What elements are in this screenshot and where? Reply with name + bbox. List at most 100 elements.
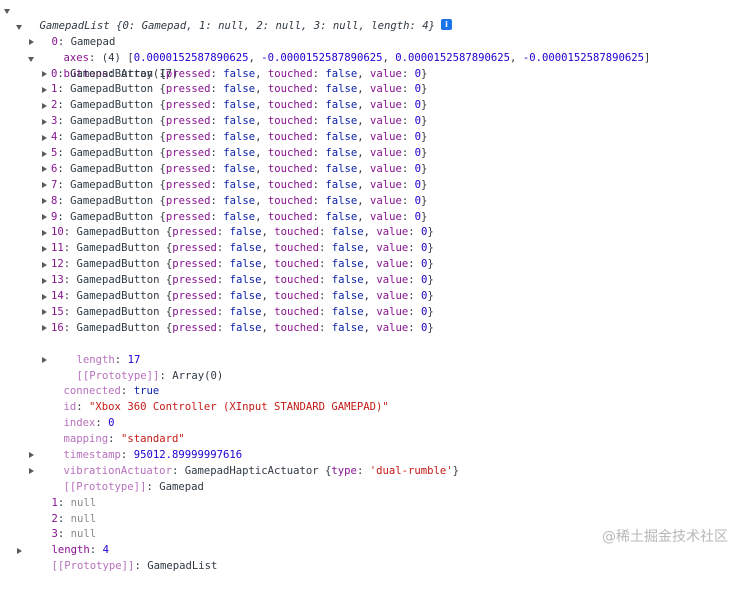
touched-key: touched — [267, 178, 313, 191]
value-key: value — [376, 321, 409, 334]
gamepad-button-row[interactable]: 12: GamepadButton {pressed: false, touch… — [0, 257, 756, 273]
gamepad-button-row[interactable]: 3: GamepadButton {pressed: false, touche… — [0, 114, 756, 130]
buttons-row[interactable]: buttons: Array(17) — [0, 51, 756, 80]
collapse-triangle-icon[interactable] — [42, 134, 47, 141]
collapse-triangle-icon[interactable] — [42, 293, 47, 300]
button-type: GamepadButton — [76, 258, 160, 271]
gamepad-1-row: 1: null — [51, 496, 97, 509]
button-index: 16 — [51, 321, 64, 334]
gamepad-button-row[interactable]: 2: GamepadButton {pressed: false, touche… — [0, 98, 756, 114]
button-index: 14 — [51, 290, 64, 303]
collapse-triangle-icon[interactable] — [42, 150, 47, 157]
button-value: 0 — [421, 242, 428, 255]
expand-triangle-icon[interactable] — [4, 9, 10, 14]
button-value: 0 — [414, 83, 422, 96]
pressed-key: pressed — [172, 258, 217, 271]
collapse-triangle-icon[interactable] — [17, 547, 22, 554]
touched-value: false — [325, 67, 358, 80]
collapse-triangle-icon[interactable] — [42, 71, 47, 78]
gamepad-3-row: 3: null — [51, 528, 97, 541]
collapse-triangle-icon[interactable] — [42, 166, 47, 173]
gamepad-button-row[interactable]: 9: GamepadButton {pressed: false, touche… — [0, 210, 756, 226]
gamepad-button-row[interactable]: 1: GamepadButton {pressed: false, touche… — [0, 82, 756, 98]
collapse-triangle-icon[interactable] — [42, 357, 47, 364]
button-list: 0: GamepadButton {pressed: false, touche… — [0, 67, 756, 337]
value-key: value — [370, 99, 402, 112]
button-value: 0 — [414, 178, 422, 191]
pressed-value: false — [223, 194, 256, 207]
pressed-key: pressed — [165, 115, 211, 128]
gamepad-button-row[interactable]: 10: GamepadButton {pressed: false, touch… — [0, 225, 756, 241]
button-index: 13 — [51, 274, 64, 287]
pressed-key: pressed — [172, 305, 217, 318]
touched-value: false — [331, 226, 364, 239]
gamepad-button-row[interactable]: 15: GamepadButton {pressed: false, touch… — [0, 305, 756, 321]
gamepad-button-row[interactable]: 5: GamepadButton {pressed: false, touche… — [0, 146, 756, 162]
touched-value: false — [331, 274, 364, 287]
buttons-prototype-row[interactable]: [[Prototype]]: Array(0) — [0, 353, 756, 382]
collapse-triangle-icon[interactable] — [42, 277, 47, 284]
pressed-value: false — [229, 258, 262, 271]
button-value: 0 — [414, 131, 422, 144]
gamepad-row[interactable]: 0: Gamepad — [0, 19, 756, 48]
collapse-triangle-icon[interactable] — [29, 468, 34, 475]
collapse-triangle-icon[interactable] — [42, 245, 47, 252]
collapse-triangle-icon[interactable] — [42, 325, 47, 332]
gamepad-button-row[interactable]: 6: GamepadButton {pressed: false, touche… — [0, 162, 756, 178]
gamepad-button-row[interactable]: 0: GamepadButton {pressed: false, touche… — [0, 67, 756, 83]
gamepad-button-row[interactable]: 7: GamepadButton {pressed: false, touche… — [0, 178, 756, 194]
touched-key: touched — [267, 210, 313, 223]
button-index: 12 — [51, 258, 64, 271]
button-type: GamepadButton — [70, 83, 154, 96]
axes-row[interactable]: axes: (4) [0.0000152587890625, -0.000015… — [0, 35, 756, 64]
button-type: GamepadButton — [70, 210, 154, 223]
gamepad-button-row[interactable]: 16: GamepadButton {pressed: false, touch… — [0, 321, 756, 337]
collapse-triangle-icon[interactable] — [42, 118, 47, 125]
collapse-triangle-icon[interactable] — [42, 214, 47, 221]
gamepad-button-row[interactable]: 14: GamepadButton {pressed: false, touch… — [0, 289, 756, 305]
touched-value: false — [331, 321, 364, 334]
touched-key: touched — [274, 305, 319, 318]
button-value: 0 — [414, 162, 422, 175]
touched-value: false — [325, 210, 358, 223]
button-index: 2 — [51, 99, 58, 112]
button-index: 8 — [51, 194, 58, 207]
touched-key: touched — [274, 274, 319, 287]
buttons-length-row: length: 17 — [76, 353, 141, 366]
pressed-value: false — [223, 99, 256, 112]
pressed-value: false — [229, 242, 262, 255]
touched-value: false — [325, 147, 358, 160]
gamepad-prototype-row[interactable]: [[Prototype]]: Gamepad — [0, 464, 756, 493]
gamepadlist-header-row[interactable]: GamepadList {0: Gamepad, 1: null, 2: nul… — [0, 3, 756, 32]
collapse-triangle-icon[interactable] — [42, 229, 47, 236]
touched-key: touched — [274, 290, 319, 303]
collapse-triangle-icon[interactable] — [42, 309, 47, 316]
gamepad-button-row[interactable]: 13: GamepadButton {pressed: false, touch… — [0, 273, 756, 289]
button-type: GamepadButton — [70, 147, 154, 160]
button-type: GamepadButton — [76, 226, 160, 239]
gamepad-button-row[interactable]: 4: GamepadButton {pressed: false, touche… — [0, 130, 756, 146]
touched-value: false — [325, 178, 358, 191]
vibration-actuator-row[interactable]: vibrationActuator: GamepadHapticActuator… — [0, 448, 756, 477]
touched-key: touched — [274, 226, 319, 239]
value-key: value — [370, 162, 402, 175]
expand-triangle-icon[interactable] — [16, 24, 22, 30]
value-key: value — [370, 194, 402, 207]
collapse-triangle-icon[interactable] — [42, 261, 47, 268]
expand-triangle-icon[interactable] — [28, 56, 34, 62]
button-value: 0 — [421, 290, 428, 303]
collapse-triangle-icon[interactable] — [42, 86, 47, 93]
collapse-triangle-icon[interactable] — [29, 39, 34, 46]
collapse-triangle-icon[interactable] — [42, 102, 47, 109]
button-index: 4 — [51, 131, 58, 144]
pressed-key: pressed — [165, 99, 211, 112]
value-key: value — [370, 83, 402, 96]
collapse-triangle-icon[interactable] — [42, 182, 47, 189]
collapse-triangle-icon[interactable] — [29, 452, 34, 459]
pressed-key: pressed — [172, 226, 217, 239]
index-row: index: 0 — [63, 417, 115, 430]
collapse-triangle-icon[interactable] — [42, 198, 47, 205]
gamepad-button-row[interactable]: 11: GamepadButton {pressed: false, touch… — [0, 241, 756, 257]
gamepad-button-row[interactable]: 8: GamepadButton {pressed: false, touche… — [0, 194, 756, 210]
touched-value: false — [325, 83, 358, 96]
